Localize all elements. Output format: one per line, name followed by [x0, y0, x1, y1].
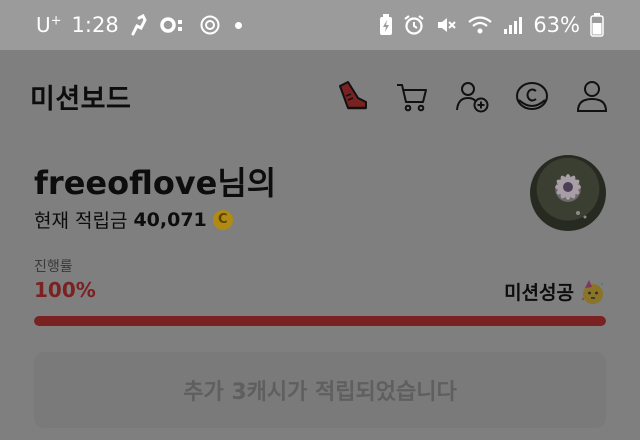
battery-percent: 63% — [533, 13, 580, 37]
cart-icon[interactable] — [394, 78, 430, 114]
progress-bar — [34, 316, 606, 326]
coin-icon[interactable] — [514, 78, 550, 114]
add-friend-icon[interactable] — [454, 78, 490, 114]
battery-icon — [590, 13, 604, 37]
mute-icon — [435, 14, 457, 36]
reward-notice[interactable]: 추가 3캐시가 적립되었습니다 — [34, 352, 606, 428]
profile-icon[interactable] — [574, 78, 610, 114]
sneaker-icon[interactable] — [334, 78, 370, 114]
carrier-sup: + — [50, 13, 62, 29]
points-row: 현재 적립금 40,071 C — [34, 206, 233, 233]
status-bar-right: 63% — [379, 13, 604, 37]
mission-status: 미션성공 — [504, 278, 606, 305]
page-title: 미션보드 — [30, 83, 132, 115]
points-value: 40,071 — [133, 208, 207, 231]
status-bar-left: U+ 1:28 — [36, 13, 242, 37]
progress-bar-fill — [34, 316, 606, 326]
points-label: 현재 적립금 — [34, 210, 128, 232]
carrier-text: U — [36, 13, 51, 37]
alarm-icon — [403, 14, 425, 36]
clock: 1:28 — [71, 13, 119, 37]
record-icon — [159, 16, 189, 34]
profile-section: freeoflove님의 현재 적립금 40,071 C — [34, 150, 614, 240]
avatar[interactable] — [530, 155, 606, 231]
battery-saver-icon — [379, 14, 393, 36]
carrier-label: U+ — [36, 13, 62, 37]
progress-label: 진행률 — [34, 259, 73, 275]
coin-badge-icon: C — [212, 209, 233, 230]
notification-dot — [234, 21, 242, 29]
running-icon — [129, 14, 149, 36]
wifi-icon — [467, 14, 493, 36]
status-bar: U+ 1:28 63% — [0, 0, 640, 50]
header-icons — [334, 78, 610, 114]
mission-status-label: 미션성공 — [504, 282, 574, 304]
party-face-icon — [580, 279, 606, 305]
app-header: 미션보드 — [0, 50, 640, 142]
settings-icon — [199, 14, 221, 36]
username: freeoflove님의 — [34, 164, 277, 202]
progress-value: 100% — [34, 278, 96, 302]
signal-icon — [503, 15, 523, 35]
